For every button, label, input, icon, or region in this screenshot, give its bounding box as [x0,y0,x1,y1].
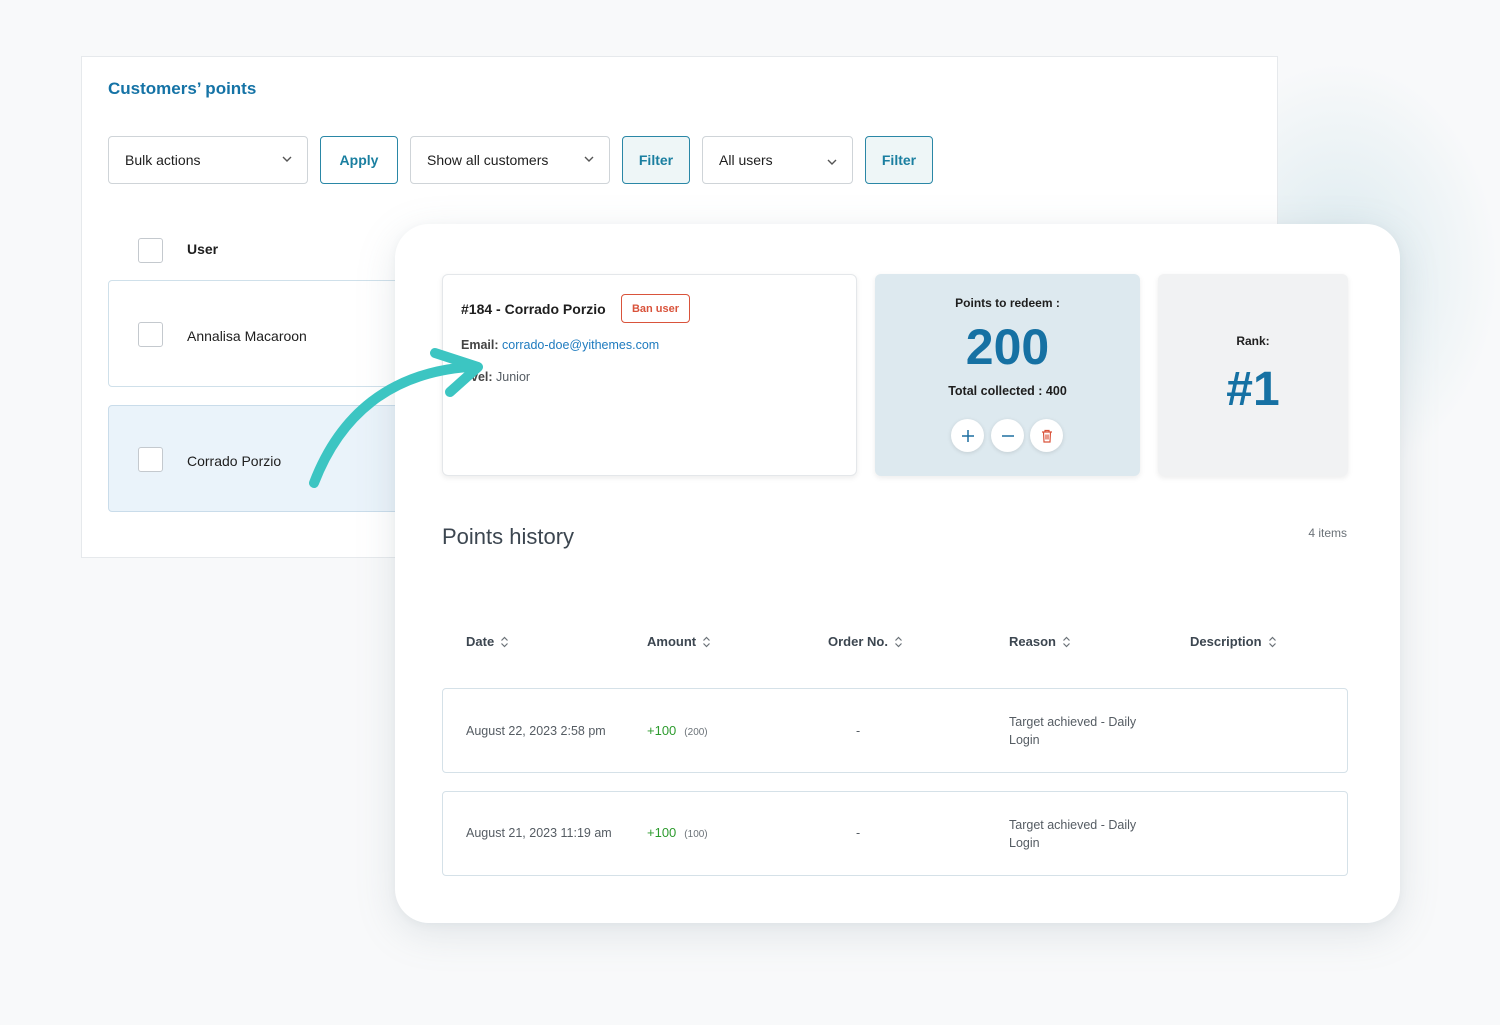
table-row: August 22, 2023 2:58 pm +100 (200) - Targ… [442,688,1348,773]
rank-card: Rank: #1 [1158,274,1348,476]
rank-label: Rank: [1236,334,1270,348]
row-order-no: - [856,826,861,840]
chevron-down-icon [282,156,292,162]
chevron-down-icon [827,159,837,165]
items-count: 4 items [1308,526,1347,540]
curved-arrow-icon [309,348,483,488]
users-select-value: All users [719,152,773,168]
column-label: Reason [1009,634,1056,649]
amount-value: +100 [647,825,677,840]
column-amount[interactable]: Amount [647,634,711,649]
customers-select[interactable]: Show all customers [410,136,610,184]
row-reason: Target achieved - Daily Login [1009,715,1137,747]
user-name: Annalisa Macaroon [187,328,307,344]
row-date: August 21, 2023 11:19 am [466,826,612,840]
customers-select-value: Show all customers [427,152,549,168]
redeem-label: Points to redeem : [955,296,1060,310]
minus-icon [1001,434,1014,437]
column-date[interactable]: Date [466,634,509,649]
filter-customers-button[interactable]: Filter [622,136,690,184]
email-link[interactable]: corrado-doe@yithemes.com [502,338,659,352]
points-history-title: Points history [442,524,575,549]
row-amount: +100 (200) [647,723,708,738]
column-label: Description [1190,634,1262,649]
row-checkbox[interactable] [138,322,163,347]
row-reason: Target achieved - Daily Login [1009,818,1137,850]
apply-button[interactable]: Apply [320,136,398,184]
points-to-redeem-card: Points to redeem : 200 Total collected :… [875,274,1140,476]
column-label: Date [466,634,495,649]
user-name: Corrado Porzio [187,453,282,469]
panel-title: Customers’ points [108,79,257,98]
row-amount: +100 (100) [647,825,708,840]
column-label: Amount [647,634,697,649]
customer-info-card: #184 - Corrado Porzio Ban user Email: co… [442,274,857,476]
column-description[interactable]: Description [1190,634,1277,649]
chevron-down-icon [584,156,594,162]
sort-icon [1063,636,1070,647]
column-reason[interactable]: Reason [1009,634,1071,649]
amount-total: (100) [684,829,708,840]
amount-value: +100 [647,723,677,738]
customer-title: #184 - Corrado Porzio [461,301,606,317]
filter-users-button[interactable]: Filter [865,136,933,184]
ban-user-button[interactable]: Ban user [621,294,690,323]
remove-points-button[interactable] [991,419,1024,452]
users-select[interactable]: All users [702,136,853,184]
row-checkbox[interactable] [138,447,163,472]
column-label: Order No. [828,634,888,649]
trash-icon [1041,429,1052,443]
add-points-button[interactable] [951,419,984,452]
table-row: August 21, 2023 11:19 am +100 (100) - Tar… [442,791,1348,876]
column-order-no[interactable]: Order No. [828,634,903,649]
sort-icon [703,636,711,647]
user-column-header: User [187,241,219,257]
sort-icon [895,636,902,647]
total-collected: Total collected : 400 [948,384,1067,398]
amount-total: (200) [684,727,708,738]
row-date: August 22, 2023 2:58 pm [466,724,606,738]
sort-icon [501,636,509,647]
redeem-value: 200 [965,319,1050,375]
rank-value: #1 [1226,363,1280,416]
bulk-actions-value: Bulk actions [125,152,201,168]
bulk-actions-select[interactable]: Bulk actions [108,136,308,184]
plus-icon [961,429,974,442]
sort-icon [1268,636,1276,647]
row-order-no: - [856,724,861,738]
delete-points-button[interactable] [1030,419,1063,452]
customer-detail-card: #184 - Corrado Porzio Ban user Email: co… [395,224,1400,923]
level-value: Junior [496,370,531,384]
select-all-checkbox[interactable] [138,238,163,263]
